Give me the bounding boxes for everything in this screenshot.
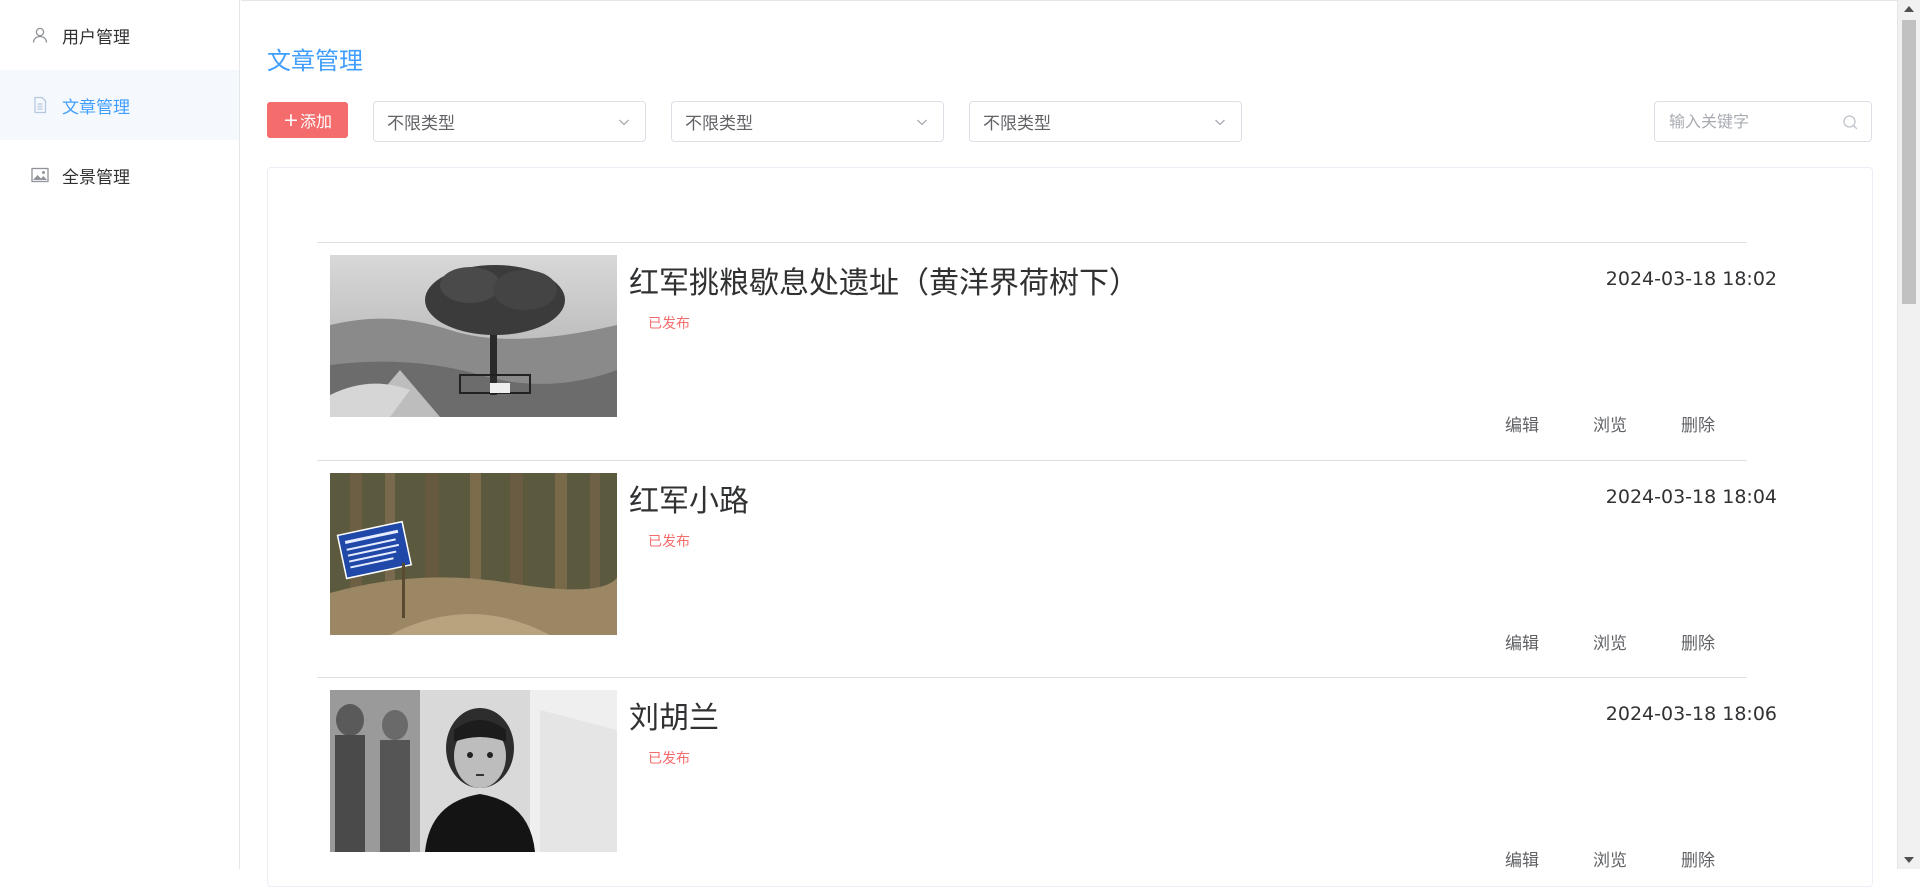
- page-title: 文章管理: [267, 47, 363, 75]
- type-filter-select-3[interactable]: 不限类型: [969, 101, 1242, 142]
- search-input[interactable]: [1655, 102, 1871, 141]
- sidebar-item-label: 全景管理: [62, 167, 130, 188]
- status-badge: 已发布: [648, 751, 690, 767]
- add-button[interactable]: + 添加: [267, 102, 348, 138]
- sidebar: 用户管理 文章管理 全景管理: [0, 0, 240, 869]
- article-title[interactable]: 刘胡兰: [629, 693, 719, 737]
- list-item: 红军小路 已发布 2024-03-18 18:04 编辑 浏览 删除: [317, 460, 1777, 678]
- edit-button[interactable]: 编辑: [1505, 846, 1539, 871]
- status-badge: 已发布: [648, 534, 690, 550]
- scrollbar[interactable]: [1898, 0, 1920, 869]
- search-icon[interactable]: [1842, 114, 1859, 131]
- edit-button[interactable]: 编辑: [1505, 629, 1539, 654]
- type-filter-select-2[interactable]: 不限类型: [671, 101, 944, 142]
- sidebar-item-panorama[interactable]: 全景管理: [0, 140, 239, 210]
- select-value: 不限类型: [983, 114, 1051, 134]
- delete-button[interactable]: 删除: [1681, 411, 1715, 436]
- select-value: 不限类型: [685, 114, 753, 134]
- status-badge: 已发布: [648, 316, 690, 332]
- user-icon: [30, 25, 50, 45]
- delete-button[interactable]: 删除: [1681, 846, 1715, 871]
- scroll-up-arrow-icon[interactable]: [1898, 0, 1920, 18]
- view-button[interactable]: 浏览: [1593, 846, 1627, 871]
- chevron-down-icon: [917, 119, 927, 126]
- type-filter-select-1[interactable]: 不限类型: [373, 101, 646, 142]
- chevron-down-icon: [619, 119, 629, 126]
- view-button[interactable]: 浏览: [1593, 629, 1627, 654]
- add-button-label: 添加: [299, 112, 332, 131]
- article-date: 2024-03-18 18:06: [1605, 703, 1777, 725]
- article-thumbnail[interactable]: [330, 255, 617, 417]
- article-thumbnail[interactable]: [330, 473, 617, 635]
- sidebar-item-articles[interactable]: 文章管理: [0, 70, 239, 140]
- sidebar-item-label: 用户管理: [62, 27, 130, 48]
- scroll-down-arrow-icon[interactable]: [1898, 851, 1920, 869]
- sidebar-item-label: 文章管理: [62, 97, 130, 118]
- list-item: 刘胡兰 已发布 2024-03-18 18:06 编辑 浏览 删除: [317, 677, 1777, 895]
- search-box: [1654, 101, 1872, 142]
- article-date: 2024-03-18 18:02: [1605, 268, 1777, 290]
- plus-icon: +: [283, 108, 299, 131]
- article-title[interactable]: 红军小路: [629, 476, 749, 520]
- document-icon: [30, 95, 50, 115]
- chevron-down-icon: [1215, 119, 1225, 126]
- image-icon: [30, 165, 50, 185]
- list-item: 红军挑粮歇息处遗址（黄洋界荷树下） 已发布 2024-03-18 18:02 编…: [317, 242, 1777, 460]
- edit-button[interactable]: 编辑: [1505, 411, 1539, 436]
- article-date: 2024-03-18 18:04: [1605, 486, 1777, 508]
- article-thumbnail[interactable]: [330, 690, 617, 852]
- select-value: 不限类型: [387, 114, 455, 134]
- sidebar-item-users[interactable]: 用户管理: [0, 0, 239, 70]
- article-title[interactable]: 红军挑粮歇息处遗址（黄洋界荷树下）: [629, 258, 1139, 302]
- view-button[interactable]: 浏览: [1593, 411, 1627, 436]
- delete-button[interactable]: 删除: [1681, 629, 1715, 654]
- scrollbar-thumb[interactable]: [1902, 20, 1916, 304]
